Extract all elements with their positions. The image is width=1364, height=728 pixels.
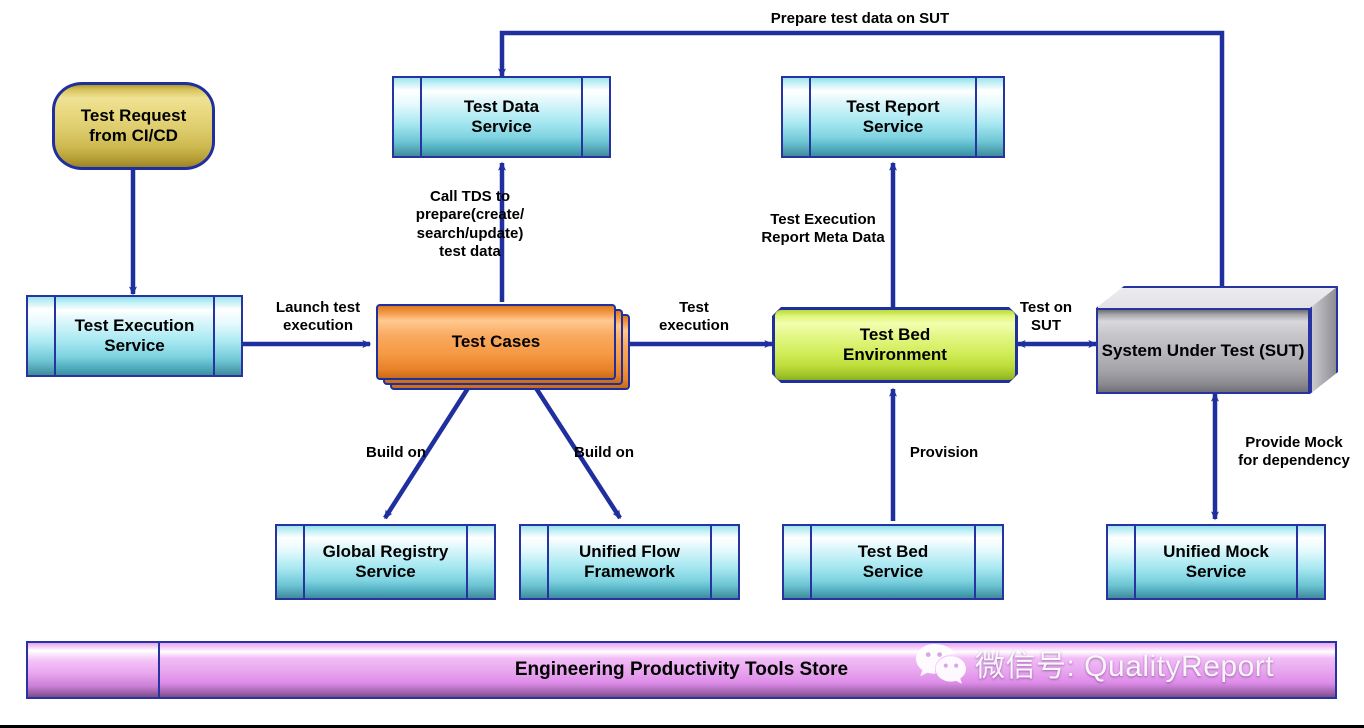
edge-label-test-execution-report-meta-data: Test Execution Report Meta Data: [761, 211, 885, 247]
edge-label-build-on-right: Build on: [574, 444, 634, 461]
node-unified-flow-framework-label: Unified Flow Framework: [578, 541, 681, 581]
component-endcap-left: [784, 526, 810, 598]
edge-label-test-execution: Test execution: [658, 299, 730, 335]
component-endcap-left: [277, 526, 303, 598]
component-endcap-right: [977, 78, 1003, 156]
edge-label-call-tds: Call TDS to prepare(create/ search/updat…: [415, 188, 525, 260]
node-test-bed-environment[interactable]: Test Bed Environment: [772, 307, 1018, 383]
edge-sut-to-tds: [498, 30, 1225, 287]
test-cases-stack-sheet-front: Test Cases: [376, 304, 616, 380]
component-endcap-right: [976, 526, 1002, 598]
component-endcap-left: [394, 78, 420, 156]
diagram-canvas: Test Request from CI/CD Test Execution S…: [0, 0, 1364, 728]
edge-label-provide-mock-for-dependency: Provide Mock for dependency: [1238, 434, 1350, 470]
component-endcap-left: [28, 297, 54, 375]
node-test-report-service-label: Test Report Service: [846, 96, 940, 136]
node-test-execution-service[interactable]: Test Execution Service: [26, 295, 243, 377]
node-test-report-service[interactable]: Test Report Service: [781, 76, 1005, 158]
node-test-execution-service-label: Test Execution Service: [74, 315, 195, 355]
store-endcap-left: [28, 643, 158, 697]
node-test-bed-service[interactable]: Test Bed Service: [782, 524, 1004, 600]
component-endcap-right: [1298, 526, 1324, 598]
component-endcap-left: [521, 526, 547, 598]
node-system-under-test[interactable]: System Under Test (SUT): [1096, 286, 1338, 394]
node-system-under-test-label: System Under Test (SUT): [1101, 341, 1305, 360]
node-tools-store-label: Engineering Productivity Tools Store: [514, 658, 849, 680]
edge-label-launch-test-execution: Launch test execution: [275, 299, 361, 335]
component-endcap-right: [712, 526, 738, 598]
component-endcap-right: [215, 297, 241, 375]
node-tools-store[interactable]: Engineering Productivity Tools Store: [26, 641, 1337, 699]
node-unified-mock-service-label: Unified Mock Service: [1163, 541, 1269, 581]
node-global-registry-service-label: Global Registry Service: [322, 541, 449, 581]
edge-label-build-on-left: Build on: [366, 444, 426, 461]
node-global-registry-service[interactable]: Global Registry Service: [275, 524, 496, 600]
node-unified-mock-service[interactable]: Unified Mock Service: [1106, 524, 1326, 600]
component-endcap-right: [468, 526, 494, 598]
node-test-request[interactable]: Test Request from CI/CD: [52, 82, 215, 170]
node-test-data-service-label: Test Data Service: [463, 96, 540, 136]
edge-label-provision: Provision: [909, 444, 979, 461]
component-endcap-left: [783, 78, 809, 156]
component-endcap-left: [1108, 526, 1134, 598]
node-test-request-label: Test Request from CI/CD: [80, 105, 187, 145]
node-test-bed-service-label: Test Bed Service: [857, 541, 929, 581]
edge-label-test-on-sut: Test on SUT: [1019, 299, 1073, 335]
component-endcap-right: [583, 78, 609, 156]
node-test-bed-environment-label: Test Bed Environment: [843, 324, 947, 364]
node-unified-flow-framework[interactable]: Unified Flow Framework: [519, 524, 740, 600]
node-test-cases[interactable]: Test Cases: [376, 304, 630, 390]
node-test-data-service[interactable]: Test Data Service: [392, 76, 611, 158]
sut-front-face: System Under Test (SUT): [1096, 308, 1310, 394]
edge-label-prepare-test-data-on-sut: Prepare test data on SUT: [770, 10, 950, 27]
node-test-cases-label: Test Cases: [451, 332, 541, 351]
